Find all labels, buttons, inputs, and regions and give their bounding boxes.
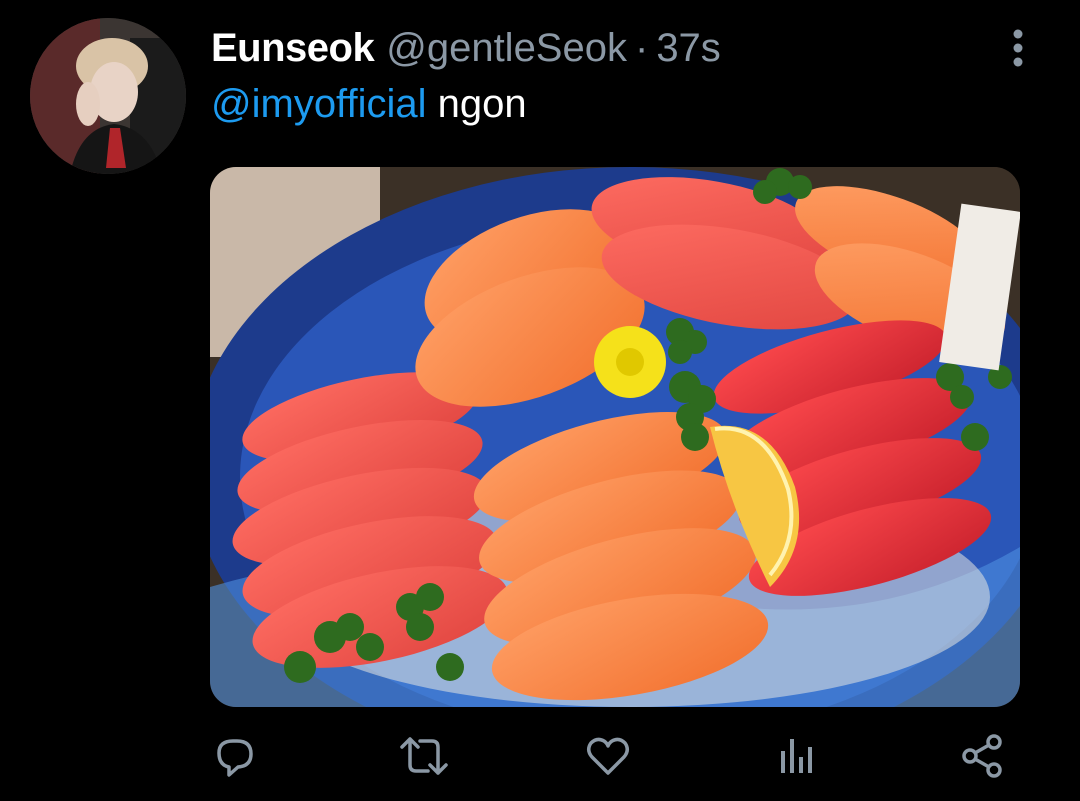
analytics-button[interactable]: [770, 730, 822, 782]
retweet-icon: [400, 737, 448, 775]
tweet-photo[interactable]: [210, 167, 1020, 707]
share-icon: [962, 734, 1002, 778]
separator-dot: ·: [634, 25, 649, 70]
reply-button[interactable]: [208, 730, 260, 782]
retweet-button[interactable]: [398, 730, 450, 782]
share-button[interactable]: [956, 730, 1008, 782]
more-options-icon[interactable]: [998, 24, 1038, 72]
photo-icon: [210, 167, 1020, 707]
action-bar: [0, 730, 1080, 782]
tweet[interactable]: Eunseok @gentleSeok · 37s @imyofficial n…: [0, 0, 1080, 801]
tweet-body: ngon: [437, 82, 527, 126]
tweet-header: Eunseok @gentleSeok · 37s: [211, 20, 721, 76]
author-handle[interactable]: @gentleSeok: [386, 26, 627, 71]
tweet-text: @imyofficial ngon: [211, 76, 527, 132]
avatar[interactable]: [30, 18, 186, 174]
timestamp[interactable]: 37s: [656, 26, 721, 71]
reply-icon: [217, 739, 253, 777]
analytics-icon: [781, 739, 812, 773]
avatar-image: [30, 18, 186, 174]
mention-link[interactable]: @imyofficial: [211, 82, 426, 126]
author-name[interactable]: Eunseok: [211, 26, 375, 71]
like-icon: [587, 737, 629, 775]
like-button[interactable]: [582, 730, 634, 782]
